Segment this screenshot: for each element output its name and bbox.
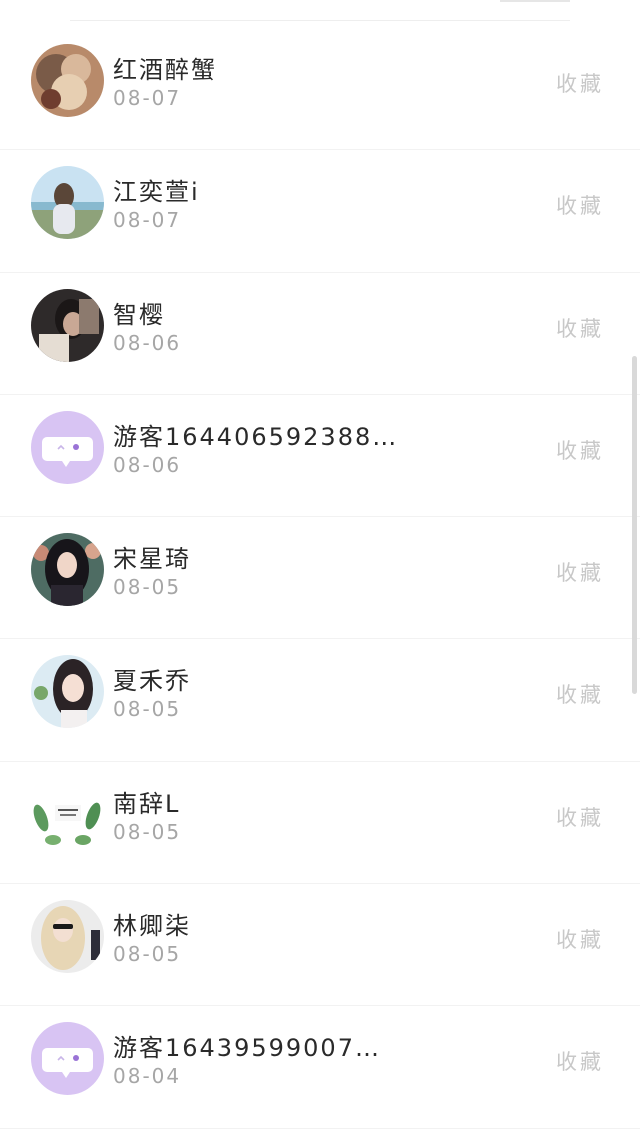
collect-button[interactable]: 收藏 [556, 435, 604, 465]
user-name: 江奕萱i [113, 178, 200, 207]
timestamp: 08-05 [113, 942, 182, 967]
user-name: 红酒醉蟹 [113, 56, 217, 84]
timestamp: 08-06 [113, 452, 182, 477]
list-item[interactable]: 南辞L 08-05 收藏 [0, 762, 640, 885]
photo-avatar-icon [31, 166, 104, 240]
timestamp: 08-07 [113, 86, 182, 110]
list-item[interactable]: 红酒醉蟹 08-07 收藏 [0, 28, 640, 151]
avatar[interactable] [31, 655, 104, 729]
list-item[interactable]: 游客164406592388… 08-06 收藏 [0, 395, 640, 518]
avatar[interactable] [31, 166, 104, 240]
timestamp: 08-04 [113, 1064, 182, 1089]
avatar[interactable] [31, 410, 104, 484]
avatar[interactable] [31, 900, 104, 974]
collect-button[interactable]: 收藏 [556, 1046, 604, 1076]
list-item[interactable]: 智樱 08-06 收藏 [0, 273, 640, 395]
user-name: 林卿柒 [113, 912, 191, 941]
leaf-avatar-icon [31, 777, 104, 851]
collect-button[interactable]: 收藏 [556, 557, 604, 587]
timestamp: 08-05 [113, 819, 182, 844]
avatar[interactable] [31, 288, 104, 362]
guest-chat-avatar-icon [31, 1022, 104, 1096]
user-list: 红酒醉蟹 08-07 收藏 江奕萱i 08-07 收藏 智樱 08-06 收藏 … [0, 28, 640, 1129]
collect-button[interactable]: 收藏 [556, 190, 604, 220]
avatar[interactable] [31, 777, 104, 851]
photo-avatar-icon [31, 44, 104, 117]
user-name: 宋星琦 [113, 545, 191, 574]
user-name: 夏禾乔 [113, 667, 191, 696]
scrollbar[interactable] [632, 356, 637, 694]
photo-avatar-icon [31, 288, 104, 362]
list-item[interactable]: 夏禾乔 08-05 收藏 [0, 639, 640, 762]
user-name: 南辞L [113, 789, 181, 818]
collect-button[interactable]: 收藏 [556, 679, 604, 709]
user-name: 智樱 [113, 300, 165, 329]
list-item[interactable]: 宋星琦 08-05 收藏 [0, 517, 640, 640]
list-item[interactable]: 林卿柒 08-05 收藏 [0, 884, 640, 1007]
photo-avatar-icon [31, 900, 104, 974]
collect-button[interactable]: 收藏 [556, 924, 604, 954]
timestamp: 08-07 [113, 208, 182, 233]
avatar[interactable] [31, 1022, 104, 1096]
photo-avatar-icon [31, 533, 104, 607]
avatar[interactable] [31, 533, 104, 607]
timestamp: 08-05 [113, 575, 182, 600]
top-divider [70, 20, 570, 21]
timestamp: 08-06 [113, 330, 182, 355]
photo-avatar-icon [31, 655, 104, 729]
list-item[interactable]: 游客16439599007… 08-04 收藏 [0, 1006, 640, 1129]
collect-button[interactable]: 收藏 [556, 68, 604, 98]
guest-chat-avatar-icon [31, 410, 104, 484]
user-name: 游客16439599007… [113, 1034, 381, 1063]
top-divider-mark [500, 0, 570, 2]
collect-button[interactable]: 收藏 [556, 313, 604, 343]
user-name: 游客164406592388… [113, 422, 399, 451]
avatar[interactable] [31, 44, 104, 117]
timestamp: 08-05 [113, 697, 182, 722]
list-item[interactable]: 江奕萱i 08-07 收藏 [0, 150, 640, 273]
collect-button[interactable]: 收藏 [556, 802, 604, 832]
